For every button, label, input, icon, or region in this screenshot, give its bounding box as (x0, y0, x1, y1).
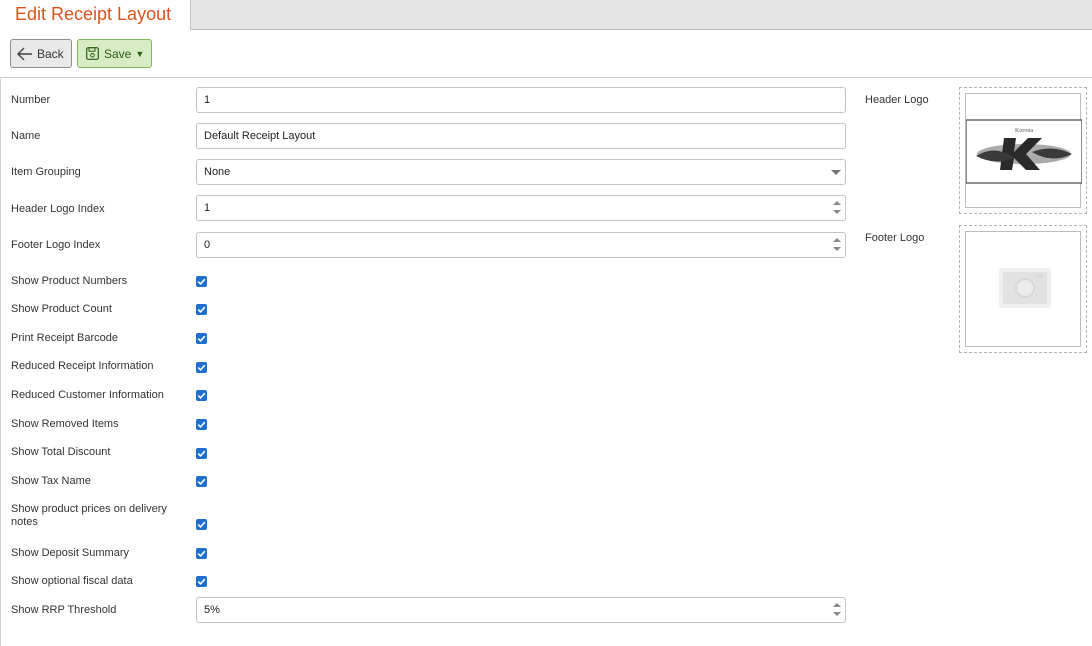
footer-logo-index-value: 0 (204, 239, 211, 251)
chevron-down-icon (831, 170, 841, 175)
back-button-label: Back (37, 46, 64, 61)
reduced-receipt-information-checkbox[interactable] (196, 362, 207, 373)
checkbox-label: Show Total Discount (11, 446, 111, 458)
header-logo-label: Header Logo (865, 94, 929, 106)
header-logo-index-value: 1 (204, 202, 211, 214)
name-value: Default Receipt Layout (204, 130, 316, 142)
save-button[interactable]: Save ▼ (77, 39, 152, 68)
arrow-left-icon (17, 46, 33, 62)
footer-logo-index-field[interactable]: 0 (196, 232, 846, 258)
print-receipt-barcode-checkbox[interactable] (196, 333, 207, 344)
rrp-threshold-field[interactable]: 5% (196, 597, 846, 623)
floppy-disk-icon (84, 46, 100, 62)
name-field[interactable]: Default Receipt Layout (196, 123, 846, 149)
header-logo-dropzone[interactable]: Korona (959, 87, 1087, 214)
item-grouping-value: None (204, 166, 231, 178)
footer-logo-label: Footer Logo (865, 232, 925, 244)
show-total-discount-checkbox[interactable] (196, 448, 207, 459)
logo-text: Korona (1015, 128, 1033, 134)
checkbox-label: Show Product Count (11, 303, 112, 315)
tab-edit-receipt-layout[interactable]: Edit Receipt Layout (0, 0, 191, 31)
chevron-down-icon[interactable]: ▼ (135, 49, 144, 59)
checkbox-label: Show Deposit Summary (11, 547, 129, 559)
number-value: 1 (204, 94, 211, 106)
footer-logo-placeholder (965, 231, 1081, 347)
save-button-label: Save (104, 46, 132, 61)
show-optional-fiscal-data-checkbox[interactable] (196, 576, 207, 587)
toolbar: Back Save ▼ (0, 30, 1092, 78)
show-tax-name-checkbox[interactable] (196, 476, 207, 487)
show-removed-items-checkbox[interactable] (196, 419, 207, 430)
show-product-count-checkbox[interactable] (196, 304, 207, 315)
rrp-threshold-label: Show RRP Threshold (11, 604, 117, 616)
footer-logo-index-label: Footer Logo Index (11, 239, 101, 251)
checkbox-label: Reduced Receipt Information (11, 360, 154, 372)
show-product-numbers-checkbox[interactable] (196, 276, 207, 287)
footer-logo-dropzone[interactable] (959, 225, 1087, 353)
header-logo-image: Korona (965, 93, 1082, 208)
reduced-customer-information-checkbox[interactable] (196, 390, 207, 401)
checkbox-label: Show Product Numbers (11, 275, 128, 287)
number-label: Number (11, 94, 51, 106)
checkbox-label: Show optional fiscal data (11, 575, 133, 587)
checkbox-label: Print Receipt Barcode (11, 332, 118, 344)
checkbox-label: Show product prices on delivery notes (11, 503, 167, 528)
number-field[interactable]: 1 (196, 87, 846, 113)
item-grouping-label: Item Grouping (11, 166, 81, 178)
item-grouping-select[interactable]: None (196, 159, 846, 185)
checkbox-label: Show Tax Name (11, 475, 91, 487)
spinner-icon[interactable] (832, 601, 842, 619)
header-logo-index-field[interactable]: 1 (196, 195, 846, 221)
back-button[interactable]: Back (10, 39, 72, 68)
show-deposit-summary-checkbox[interactable] (196, 548, 207, 559)
spinner-icon[interactable] (832, 199, 842, 217)
checkbox-label: Reduced Customer Information (11, 389, 164, 401)
rrp-threshold-value: 5% (204, 604, 220, 616)
camera-icon (999, 268, 1051, 311)
spinner-icon[interactable] (832, 236, 842, 254)
form-content: Number 1 Name Default Receipt Layout Ite… (0, 79, 1092, 646)
show-product-prices-delivery-notes-checkbox[interactable] (196, 519, 207, 530)
header-logo-index-label: Header Logo Index (11, 203, 105, 215)
tab-bar: Edit Receipt Layout (0, 0, 1092, 31)
name-label: Name (11, 130, 41, 142)
tab-title: Edit Receipt Layout (15, 4, 172, 24)
checkbox-label: Show Removed Items (11, 418, 119, 430)
